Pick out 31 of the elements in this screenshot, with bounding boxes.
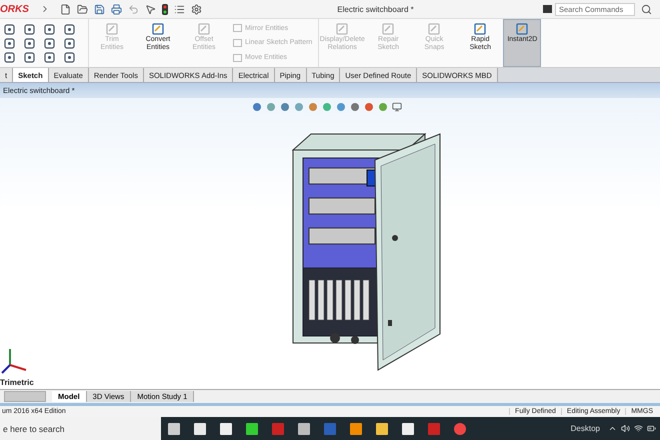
- document-title: Electric switchboard *: [336, 4, 415, 14]
- pencil-square-icon: [516, 23, 528, 35]
- select-cursor-icon[interactable]: [145, 4, 156, 14]
- pencil-square-icon: [198, 23, 210, 35]
- desktop-toolbar-label[interactable]: Desktop: [570, 424, 600, 433]
- open-folder-icon[interactable]: [77, 4, 88, 14]
- pencil-square-icon: [336, 23, 348, 35]
- square-icon: [233, 24, 242, 32]
- battery-icon[interactable]: [647, 424, 656, 433]
- pencil-square-icon: [152, 23, 164, 35]
- speaker-icon[interactable]: [621, 424, 630, 433]
- traffic-light-icon[interactable]: [162, 4, 168, 14]
- print-icon[interactable]: [111, 4, 122, 14]
- list-icon[interactable]: [174, 4, 185, 14]
- pencil-square-icon: [474, 23, 486, 35]
- pencil-square-icon: [382, 23, 394, 35]
- new-document-icon[interactable]: [60, 4, 71, 14]
- terminal-icon: [543, 5, 552, 13]
- pencil-square-icon: [106, 23, 118, 35]
- chevron-up-icon[interactable]: [608, 424, 617, 433]
- square-icon: [233, 54, 242, 62]
- save-icon[interactable]: [94, 4, 105, 14]
- logo: ORKS: [0, 4, 30, 14]
- pencil-square-icon: [428, 23, 440, 35]
- settings-icon[interactable]: [191, 4, 202, 14]
- wifi-icon[interactable]: [634, 424, 643, 433]
- search-icon[interactable]: [641, 4, 652, 14]
- square-icon: [233, 38, 242, 47]
- view-orientation-label: Trimetric: [0, 378, 34, 387]
- taskbar-search-field[interactable]: e here to search: [0, 417, 161, 440]
- monitor-icon[interactable]: [392, 102, 402, 112]
